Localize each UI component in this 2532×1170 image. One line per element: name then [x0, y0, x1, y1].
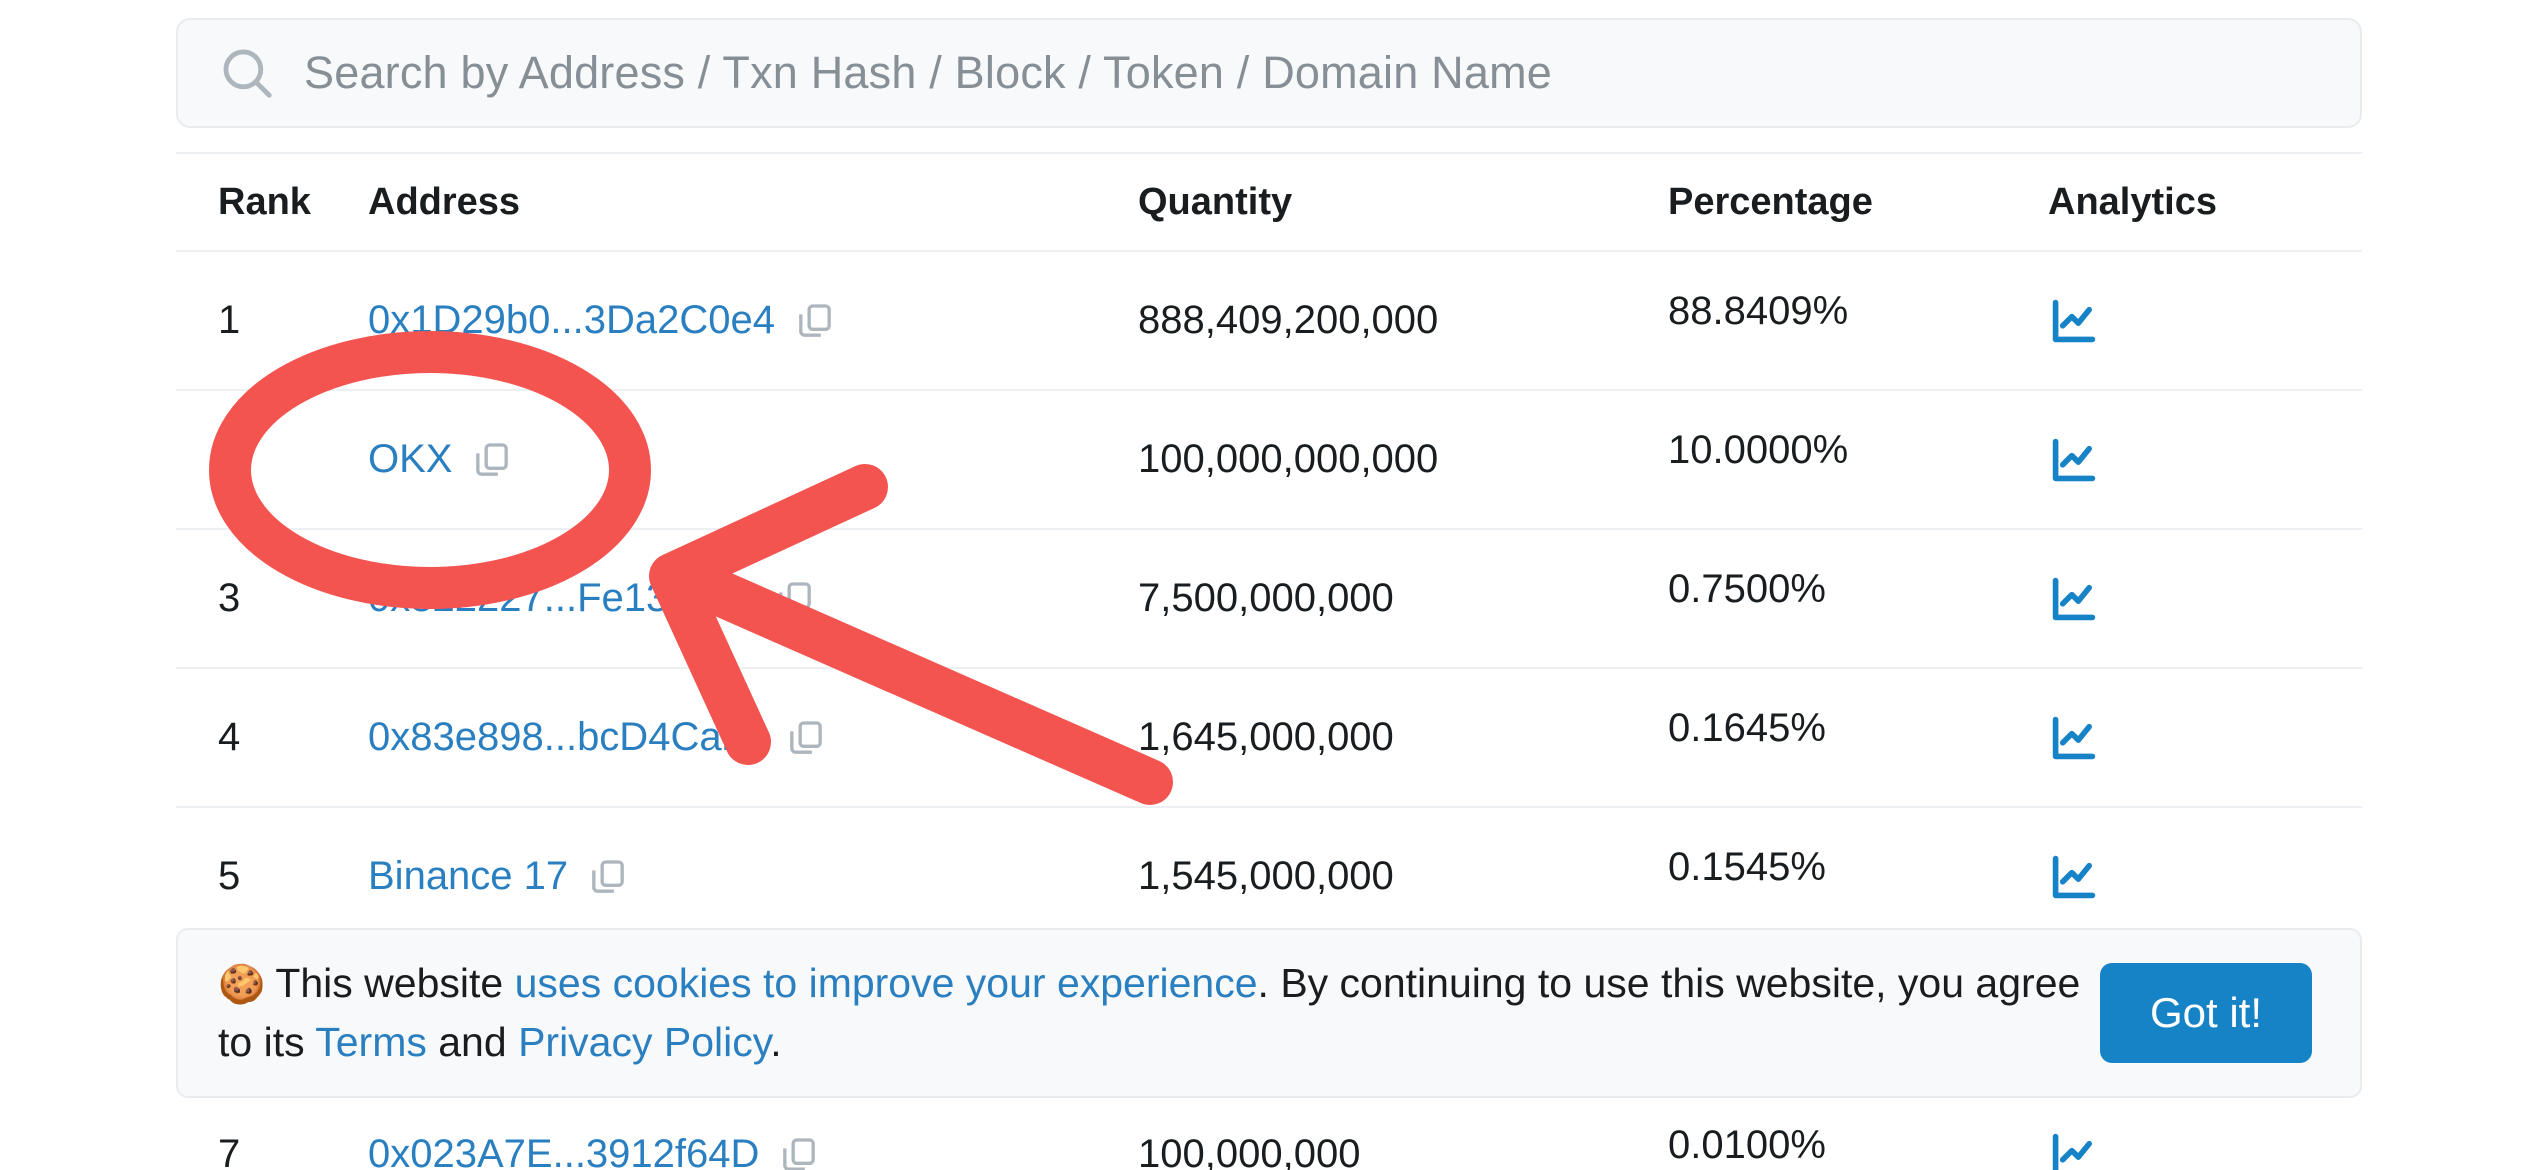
percentage-value: 88.8409%	[1668, 289, 1849, 333]
table-row[interactable]: 3 0x822227...Fe13c0e0 7,500,000,000 0.75…	[176, 530, 2362, 669]
cell-rank: 5	[218, 854, 241, 898]
cell-quantity: 888,409,200,000	[1138, 298, 1439, 342]
column-header-quantity: Quantity	[1138, 180, 1293, 223]
table-row[interactable]: 2 OKX 100,000,000,000 10.0000%	[176, 391, 2362, 530]
cookie-icon: 🍪	[218, 964, 266, 1007]
cell-address: 0x83e898...bcD4Cabe	[368, 715, 1138, 760]
line-chart-icon[interactable]	[2048, 851, 2100, 903]
column-header-percentage: Percentage	[1668, 180, 1873, 223]
cell-rank: 4	[218, 715, 241, 759]
cell-percentage: 0.1645%	[1668, 706, 2048, 769]
copy-icon[interactable]	[779, 1135, 819, 1170]
copy-icon[interactable]	[775, 579, 815, 619]
cell-address: 0x1D29b0...3Da2C0e4	[368, 298, 1138, 343]
table-row[interactable]: 1 0x1D29b0...3Da2C0e4 888,409,200,000 88…	[176, 252, 2362, 391]
table-row[interactable]: 5 Binance 17 1,545,000,000 0.1545%	[176, 808, 2362, 947]
column-header-address: Address	[368, 180, 521, 223]
cookie-text-part3: and	[426, 1019, 519, 1066]
cookie-text-part4: .	[770, 1019, 782, 1066]
percentage-value: 0.7500%	[1668, 567, 1826, 611]
terms-link[interactable]: Terms	[315, 1019, 427, 1065]
percentage-value: 10.0000%	[1668, 428, 1849, 472]
cell-analytics	[2048, 573, 2298, 625]
copy-icon[interactable]	[795, 301, 835, 341]
line-chart-icon[interactable]	[2048, 1129, 2100, 1170]
cell-address: 0x023A7E...3912f64D	[368, 1132, 1138, 1170]
line-chart-icon[interactable]	[2048, 573, 2100, 625]
cell-percentage: 10.0000%	[1668, 428, 2048, 491]
search-bar[interactable]: Search by Address / Txn Hash / Block / T…	[176, 18, 2362, 128]
line-chart-icon[interactable]	[2048, 712, 2100, 764]
address-link[interactable]: 0x1D29b0...3Da2C0e4	[368, 298, 775, 343]
cell-address: 0x822227...Fe13c0e0	[368, 576, 1138, 621]
address-link[interactable]: 0x83e898...bcD4Cabe	[368, 715, 766, 760]
cell-rank: 1	[218, 298, 241, 342]
search-input[interactable]: Search by Address / Txn Hash / Block / T…	[304, 47, 1552, 99]
search-icon	[218, 44, 276, 102]
percentage-value: 0.1545%	[1668, 845, 1826, 889]
copy-icon[interactable]	[588, 857, 628, 897]
privacy-policy-link[interactable]: Privacy Policy	[518, 1019, 770, 1065]
column-header-rank: Rank	[218, 180, 311, 223]
line-chart-icon[interactable]	[2048, 434, 2100, 486]
cell-rank: 2	[218, 437, 241, 481]
cell-analytics	[2048, 295, 2298, 347]
table-row[interactable]: 7 0x023A7E...3912f64D 100,000,000 0.0100…	[176, 1086, 2362, 1170]
cell-rank: 3	[218, 576, 241, 620]
address-link[interactable]: OKX	[368, 437, 452, 482]
percentage-value: 0.1645%	[1668, 706, 1826, 750]
copy-icon[interactable]	[786, 718, 826, 758]
cell-analytics	[2048, 712, 2298, 764]
cookie-consent-banner: 🍪 This website uses cookies to improve yo…	[176, 928, 2362, 1098]
cell-percentage: 0.7500%	[1668, 567, 2048, 630]
cell-percentage: 88.8409%	[1668, 289, 2048, 352]
table-row[interactable]: 4 0x83e898...bcD4Cabe 1,645,000,000 0.16…	[176, 669, 2362, 808]
cell-rank: 7	[218, 1132, 241, 1170]
line-chart-icon[interactable]	[2048, 295, 2100, 347]
cell-quantity: 1,545,000,000	[1138, 854, 1394, 898]
page-root: Search by Address / Txn Hash / Block / T…	[0, 0, 2532, 1170]
cell-address: OKX	[368, 437, 1138, 482]
address-link[interactable]: 0x822227...Fe13c0e0	[368, 576, 755, 621]
cookie-banner-text: 🍪 This website uses cookies to improve yo…	[218, 954, 2100, 1071]
cell-quantity: 1,645,000,000	[1138, 715, 1394, 759]
address-link[interactable]: Binance 17	[368, 854, 568, 899]
cookies-policy-link[interactable]: uses cookies to improve your experience	[515, 960, 1258, 1006]
cell-percentage: 0.0100%	[1668, 1123, 2048, 1170]
cookie-text-part1: This website	[275, 960, 515, 1007]
cell-quantity: 7,500,000,000	[1138, 576, 1394, 620]
cell-analytics	[2048, 434, 2298, 486]
cell-percentage: 0.1545%	[1668, 845, 2048, 908]
address-link[interactable]: 0x023A7E...3912f64D	[368, 1132, 759, 1170]
got-it-button[interactable]: Got it!	[2099, 963, 2312, 1063]
column-header-analytics: Analytics	[2048, 180, 2217, 223]
copy-icon[interactable]	[472, 440, 512, 480]
cell-analytics	[2048, 1129, 2298, 1170]
cell-address: Binance 17	[368, 854, 1138, 899]
cell-analytics	[2048, 851, 2298, 903]
cell-quantity: 100,000,000	[1138, 1132, 1361, 1170]
table-header-row: Rank Address Quantity Percentage Analyti…	[176, 154, 2362, 252]
cell-quantity: 100,000,000,000	[1138, 437, 1439, 481]
percentage-value: 0.0100%	[1668, 1123, 1826, 1167]
